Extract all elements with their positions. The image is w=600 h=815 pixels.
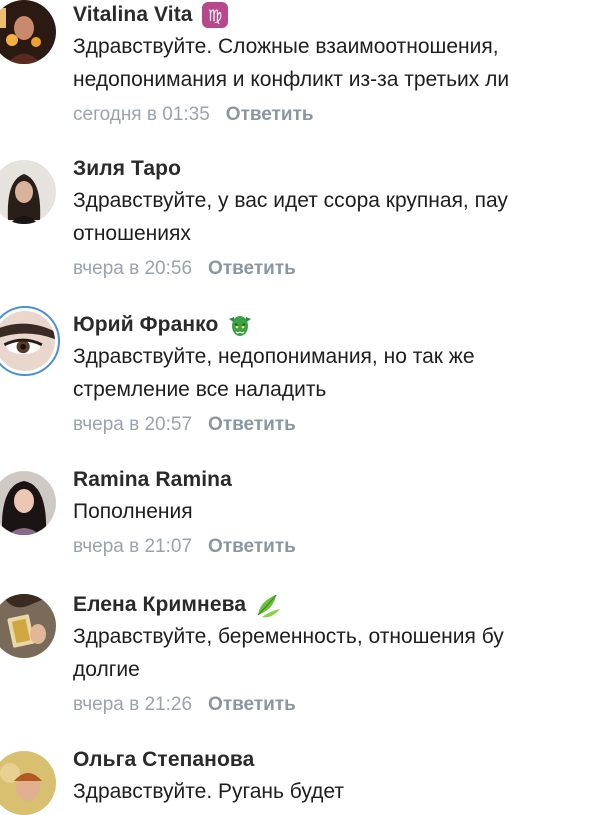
reply-button[interactable]: Ответить: [208, 536, 296, 557]
avatar[interactable]: [0, 160, 56, 224]
avatar-image: [0, 594, 56, 658]
avatar[interactable]: [0, 0, 56, 64]
reply-button[interactable]: Ответить: [208, 414, 296, 435]
virgo-zodiac-icon: ♍: [201, 1, 229, 29]
comment-author[interactable]: Юрий Франко: [73, 313, 218, 337]
comment-text-line: Здравствуйте. Ругань будет: [73, 780, 344, 803]
reply-button[interactable]: Ответить: [226, 104, 314, 125]
leaves-icon: [254, 591, 282, 619]
comment-text-line: Здравствуйте, недопонимания, но так же: [73, 345, 475, 368]
comment-timestamp: вчера в 20:56: [73, 258, 193, 279]
comment-author[interactable]: Зиля Таро: [73, 157, 181, 181]
comment-text-line: Здравствуйте, беременность, отношения бу: [73, 625, 504, 648]
comment-text-line: Пополнения: [73, 500, 193, 523]
goblin-face-icon: [226, 311, 254, 339]
comment-author[interactable]: Ramina Ramina: [73, 468, 232, 492]
avatar-image: [0, 311, 55, 371]
svg-text:♍: ♍: [207, 6, 221, 25]
reply-button[interactable]: Ответить: [208, 258, 296, 279]
comment-text-line: стремление все наладить: [73, 378, 327, 401]
comment-author[interactable]: Ольга Степанова: [73, 748, 254, 772]
avatar-image: [0, 751, 56, 815]
comment-timestamp: вчера в 21:07: [73, 536, 193, 557]
comment-text-line: долгие: [73, 658, 140, 681]
avatar-image: [0, 471, 56, 535]
avatar[interactable]: [0, 306, 60, 376]
avatar[interactable]: [0, 471, 56, 535]
avatar[interactable]: [0, 594, 56, 658]
avatar-image: [0, 0, 56, 64]
comment-text-line: отношениях: [73, 222, 191, 245]
comment-author[interactable]: Vitalina Vita: [73, 3, 193, 27]
comment-timestamp: вчера в 21:26: [73, 694, 193, 715]
comment-text-line: Здравствуйте, у вас идет ссора крупная, …: [73, 189, 508, 212]
comment-author[interactable]: Елена Кримнева: [73, 593, 246, 617]
comment-text-line: недопонимания и конфликт из-за третьих л…: [73, 68, 510, 91]
reply-button[interactable]: Ответить: [208, 694, 296, 715]
comment-text-line: Здравствуйте. Сложные взаимоотношения,: [73, 35, 499, 58]
comment-timestamp: вчера в 20:57: [73, 414, 193, 435]
avatar[interactable]: [0, 751, 56, 815]
avatar-image: [0, 160, 56, 224]
comment-timestamp: сегодня в 01:35: [73, 104, 210, 125]
